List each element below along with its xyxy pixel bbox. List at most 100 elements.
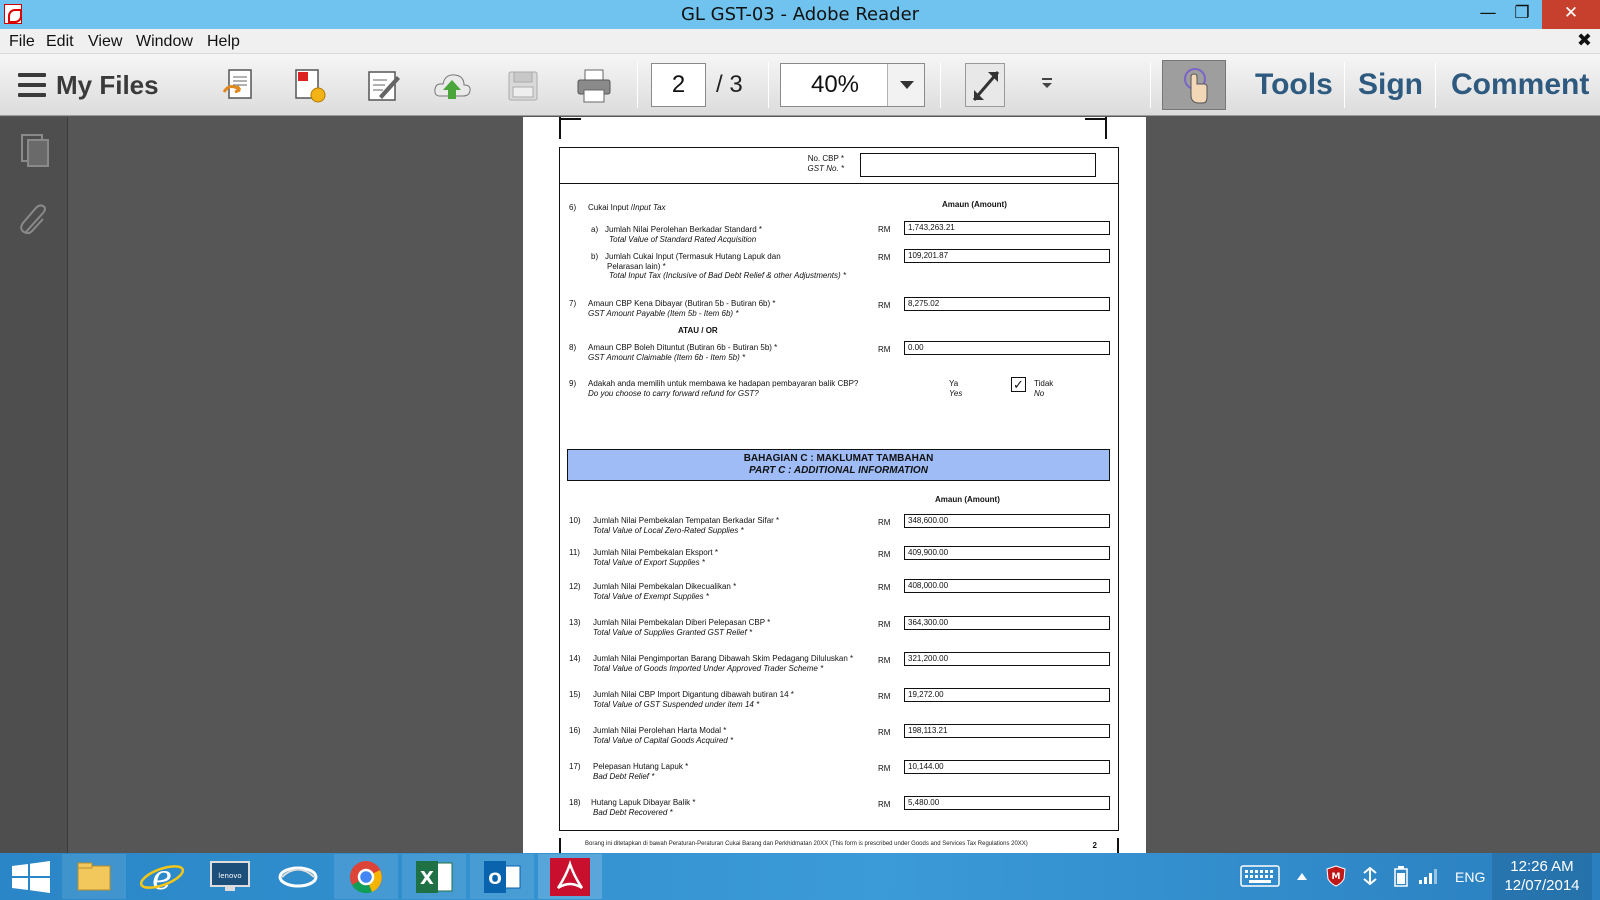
item-label-en: Bad Debt Recovered * <box>593 807 673 817</box>
navigation-pane <box>0 117 68 853</box>
close-document-icon[interactable]: ✖ <box>1577 30 1592 51</box>
mcafee-shield-icon[interactable]: M <box>1326 865 1346 887</box>
item-label-ms: Jumlah Nilai Pembekalan Tempatan Berkada… <box>593 516 780 525</box>
zoom-control[interactable]: 40% <box>780 63 925 107</box>
export-pdf-icon[interactable] <box>290 66 330 106</box>
item-18-label: Hutang Lapuk Dibayar Balik * Bad Debt Re… <box>591 798 696 817</box>
more-tools-icon[interactable] <box>1040 76 1054 90</box>
item-11-field[interactable]: 409,900.00 <box>904 546 1110 560</box>
yes-option-label: Ya Yes <box>949 379 962 398</box>
toolbar-separator <box>1150 62 1151 108</box>
system-clock[interactable]: 12:26 AM 12/07/2014 <box>1492 853 1592 900</box>
sync-tray-icon[interactable] <box>1360 865 1380 887</box>
close-button[interactable]: ✕ <box>1542 0 1600 29</box>
item-18-field[interactable]: 5,480.00 <box>904 796 1110 810</box>
gst-number-field[interactable] <box>860 153 1096 177</box>
outlook-icon[interactable]: O <box>470 854 534 899</box>
currency-label: RM <box>878 583 891 592</box>
hamburger-icon <box>18 73 46 97</box>
clock-date: 12/07/2014 <box>1504 877 1580 894</box>
menu-edit[interactable]: Edit <box>46 33 74 51</box>
item-13-field[interactable]: 364,300.00 <box>904 616 1110 630</box>
battery-icon[interactable] <box>1394 865 1408 887</box>
item-number: 12) <box>569 582 581 591</box>
page-thumbnails-icon[interactable] <box>19 132 51 168</box>
menu-help[interactable]: Help <box>207 33 240 51</box>
item-7-field[interactable]: 8,275.02 <box>904 297 1110 311</box>
my-files-button[interactable]: My Files <box>18 68 159 102</box>
item-7-label-en: GST Amount Payable (Item 5b - Item 6b) * <box>588 308 739 318</box>
item-10-label: Jumlah Nilai Pembekalan Tempatan Berkada… <box>593 516 779 535</box>
language-indicator[interactable]: ENG <box>1455 869 1485 885</box>
gst-number-row: No. CBP * GST No. * <box>560 148 1118 184</box>
keyboard-icon[interactable] <box>1240 865 1280 887</box>
fullscreen-button[interactable] <box>965 63 1005 107</box>
touch-mode-button[interactable] <box>1162 60 1226 110</box>
currency-label: RM <box>878 518 891 527</box>
create-pdf-icon[interactable] <box>220 66 260 106</box>
item-12-label: Jumlah Nilai Pembekalan Dikecualikan * T… <box>593 582 736 601</box>
item-7-label-ms: Amaun CBP Kena Dibayar (Butiran 5b - But… <box>588 299 776 308</box>
item-6b-field[interactable]: 109,201.87 <box>904 249 1110 263</box>
touch-hand-icon <box>1184 68 1208 104</box>
toolbar-separator <box>637 62 638 108</box>
file-explorer-icon[interactable] <box>62 854 126 899</box>
my-files-label: My Files <box>56 69 159 100</box>
item-12-field[interactable]: 408,000.00 <box>904 579 1110 593</box>
item-number: 13) <box>569 618 581 627</box>
item-number: 14) <box>569 654 581 663</box>
yes-label-ms: Ya <box>949 379 959 388</box>
comment-tab[interactable]: Comment <box>1451 68 1589 102</box>
document-page: No. CBP * GST No. * Amaun (Amount) 6) Cu… <box>523 117 1146 853</box>
item-number: 9) <box>569 379 577 388</box>
zoom-dropdown-icon[interactable] <box>887 64 924 106</box>
signal-strength-icon[interactable] <box>1418 867 1438 885</box>
menu-file[interactable]: File <box>9 33 35 51</box>
item-17-field[interactable]: 10,144.00 <box>904 760 1110 774</box>
svg-text:e: e <box>152 858 172 898</box>
item-15-field[interactable]: 19,272.00 <box>904 688 1110 702</box>
currency-label: RM <box>878 345 891 354</box>
item-14-label: Jumlah Nilai Pengimportan Barang Dibawah… <box>593 654 853 673</box>
windows-start-icon[interactable] <box>0 854 64 899</box>
page-number-input[interactable]: 2 <box>651 63 706 107</box>
item-8-field[interactable]: 0.00 <box>904 341 1110 355</box>
save-icon[interactable] <box>503 66 543 106</box>
item-6a-field[interactable]: 1,743,263.21 <box>904 221 1110 235</box>
item-9-label-ms: Adakah anda memilih untuk membawa ke had… <box>588 379 859 388</box>
item-15-label: Jumlah Nilai CBP Import Digantung dibawa… <box>593 690 794 709</box>
chrome-icon[interactable] <box>334 854 398 899</box>
zoom-value[interactable]: 40% <box>781 64 889 106</box>
network-sync-icon[interactable] <box>266 854 330 899</box>
item-label-en: Total Value of GST Suspended under item … <box>593 699 760 709</box>
adobe-reader-taskbar-icon[interactable] <box>538 854 602 899</box>
excel-icon[interactable]: X <box>402 854 466 899</box>
item-10-field[interactable]: 348,600.00 <box>904 514 1110 528</box>
item-16-field[interactable]: 198,113.21 <box>904 724 1110 738</box>
currency-label: RM <box>878 301 891 310</box>
footer-note: Borang ini ditetapkan di bawah Peraturan… <box>585 841 1028 847</box>
item-6b-label-en: Total Input Tax (Inclusive of Bad Debt R… <box>609 271 847 280</box>
upload-cloud-icon[interactable] <box>432 66 472 106</box>
no-checkbox[interactable]: ✓ <box>1011 377 1026 392</box>
tools-tab[interactable]: Tools <box>1255 68 1333 102</box>
attachments-paperclip-icon[interactable] <box>19 203 51 239</box>
no-label-en: No <box>1034 388 1045 398</box>
lenovo-monitor-icon[interactable]: lenovo <box>198 854 262 899</box>
amount-header: Amaun (Amount) <box>942 200 1007 209</box>
show-hidden-icons-icon[interactable] <box>1296 871 1308 881</box>
restore-button[interactable]: ❐ <box>1500 0 1544 29</box>
print-icon[interactable] <box>574 66 614 106</box>
edit-pdf-icon[interactable] <box>363 66 403 106</box>
toolbar-separator <box>1344 62 1345 108</box>
menu-view[interactable]: View <box>88 33 122 51</box>
currency-label: RM <box>878 225 891 234</box>
item-label-en: Bad Debt Relief * <box>593 771 655 781</box>
menu-window[interactable]: Window <box>136 33 193 51</box>
internet-explorer-icon[interactable]: e <box>130 854 194 899</box>
item-14-field[interactable]: 321,200.00 <box>904 652 1110 666</box>
item-6b-label-ms2: Pelarasan lain) * <box>607 261 666 271</box>
menu-bar: File Edit View Window Help ✖ <box>0 29 1600 54</box>
item-8-label-en: GST Amount Claimable (Item 6b - Item 5b)… <box>588 352 746 362</box>
sign-tab[interactable]: Sign <box>1358 68 1423 102</box>
